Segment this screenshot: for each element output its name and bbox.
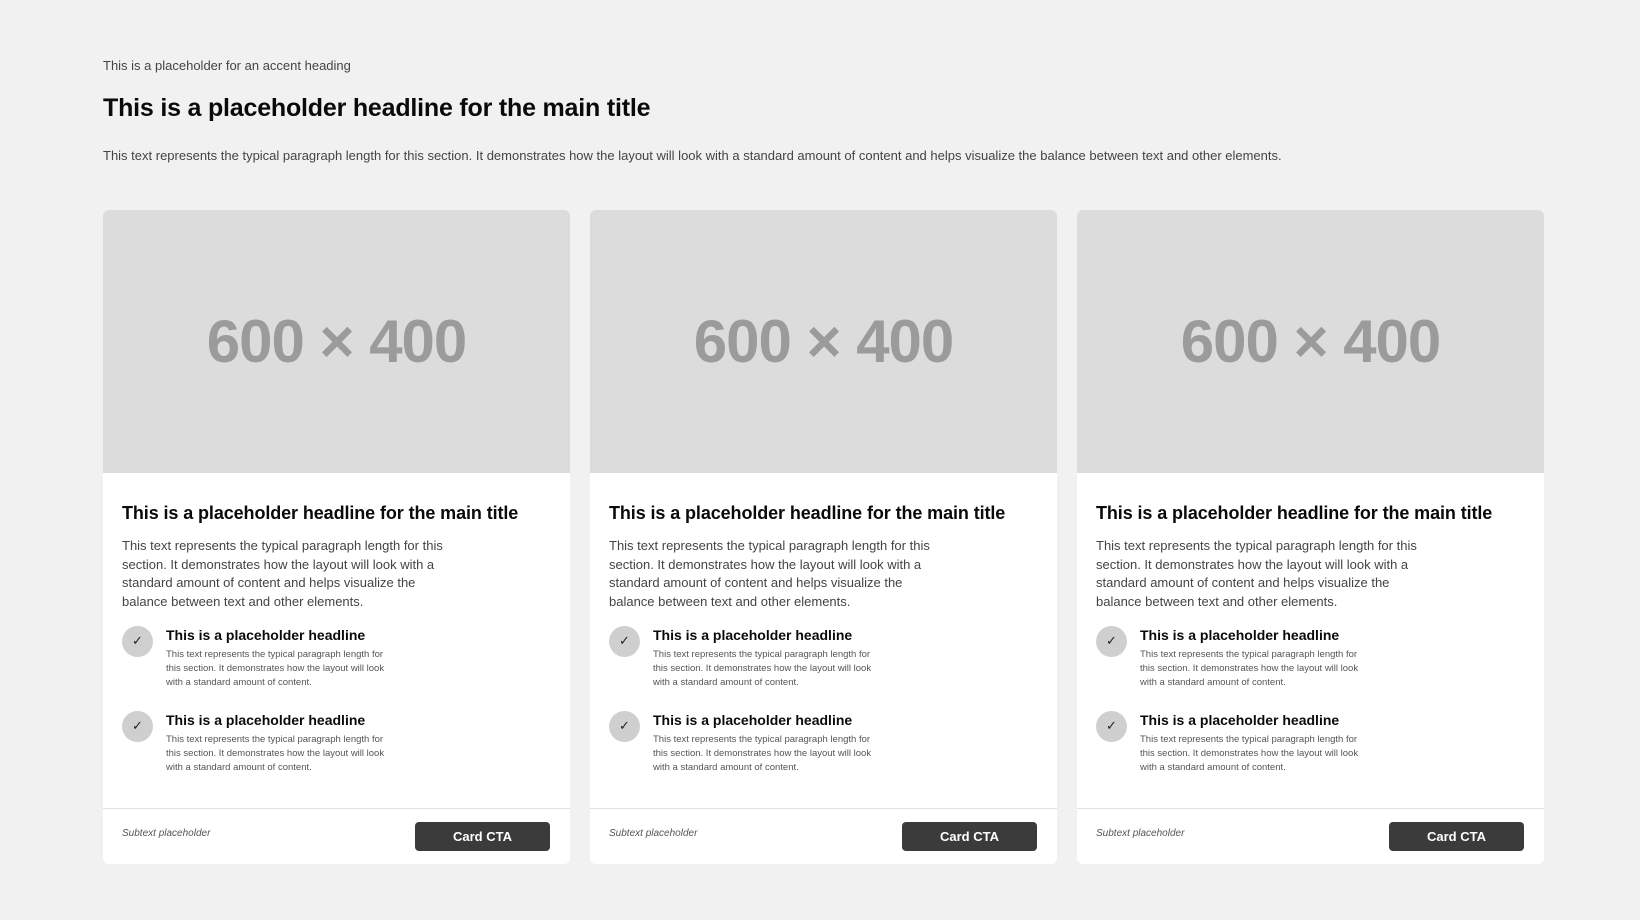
card-description: This text represents the typical paragra…	[122, 538, 443, 609]
checkmark-icon: ✓	[609, 626, 640, 657]
checkmark-icon: ✓	[122, 711, 153, 742]
feature-title: This is a placeholder headline	[1140, 627, 1340, 643]
card-subtext: Subtext placeholder	[1096, 828, 1185, 839]
card-grid: 600 × 400 This is a placeholder headline…	[103, 210, 1544, 864]
card-description: This text represents the typical paragra…	[609, 538, 930, 609]
checkmark-icon: ✓	[609, 711, 640, 742]
card-image-placeholder: 600 × 400	[103, 210, 570, 473]
card-title: This is a placeholder headline for the m…	[609, 503, 1006, 523]
feature-description: This text represents the typical paragra…	[166, 649, 385, 688]
card-cta-button[interactable]: Card CTA	[1389, 822, 1524, 851]
image-placeholder-label: 600 × 400	[1180, 308, 1442, 375]
feature-title: This is a placeholder headline	[653, 712, 853, 728]
card-footer-divider	[1077, 808, 1544, 809]
feature-description: This text represents the typical paragra…	[653, 734, 872, 773]
card-subtext: Subtext placeholder	[609, 828, 698, 839]
accent-heading: This is a placeholder for an accent head…	[103, 58, 351, 73]
card-cta-button[interactable]: Card CTA	[902, 822, 1037, 851]
feature-title: This is a placeholder headline	[166, 627, 366, 643]
card-image-placeholder: 600 × 400	[590, 210, 1057, 473]
card-image-placeholder: 600 × 400	[1077, 210, 1544, 473]
page-title: This is a placeholder headline for the m…	[103, 94, 651, 122]
card-body: This is a placeholder headline for the m…	[122, 503, 552, 773]
feature-description: This text represents the typical paragra…	[166, 734, 385, 773]
card-body: This is a placeholder headline for the m…	[609, 503, 1039, 773]
card-subtext: Subtext placeholder	[122, 828, 211, 839]
feature-description: This text represents the typical paragra…	[1140, 649, 1359, 688]
feature-title: This is a placeholder headline	[1140, 712, 1340, 728]
feature-description: This text represents the typical paragra…	[1140, 734, 1359, 773]
feature-description: This text represents the typical paragra…	[653, 649, 872, 688]
checkmark-icon: ✓	[1096, 626, 1127, 657]
card-footer-divider	[590, 808, 1057, 809]
card-description: This text represents the typical paragra…	[1096, 538, 1417, 609]
image-placeholder-label: 600 × 400	[206, 308, 468, 375]
card-title: This is a placeholder headline for the m…	[122, 503, 519, 523]
card: 600 × 400 This is a placeholder headline…	[1077, 210, 1544, 864]
card: 600 × 400 This is a placeholder headline…	[590, 210, 1057, 864]
card: 600 × 400 This is a placeholder headline…	[103, 210, 570, 864]
card-title: This is a placeholder headline for the m…	[1096, 503, 1493, 523]
card-body: This is a placeholder headline for the m…	[1096, 503, 1526, 773]
checkmark-icon: ✓	[1096, 711, 1127, 742]
feature-title: This is a placeholder headline	[166, 712, 366, 728]
intro-paragraph: This text represents the typical paragra…	[103, 148, 1282, 163]
feature-title: This is a placeholder headline	[653, 627, 853, 643]
card-cta-button[interactable]: Card CTA	[415, 822, 550, 851]
card-footer-divider	[103, 808, 570, 809]
checkmark-icon: ✓	[122, 626, 153, 657]
image-placeholder-label: 600 × 400	[693, 308, 955, 375]
